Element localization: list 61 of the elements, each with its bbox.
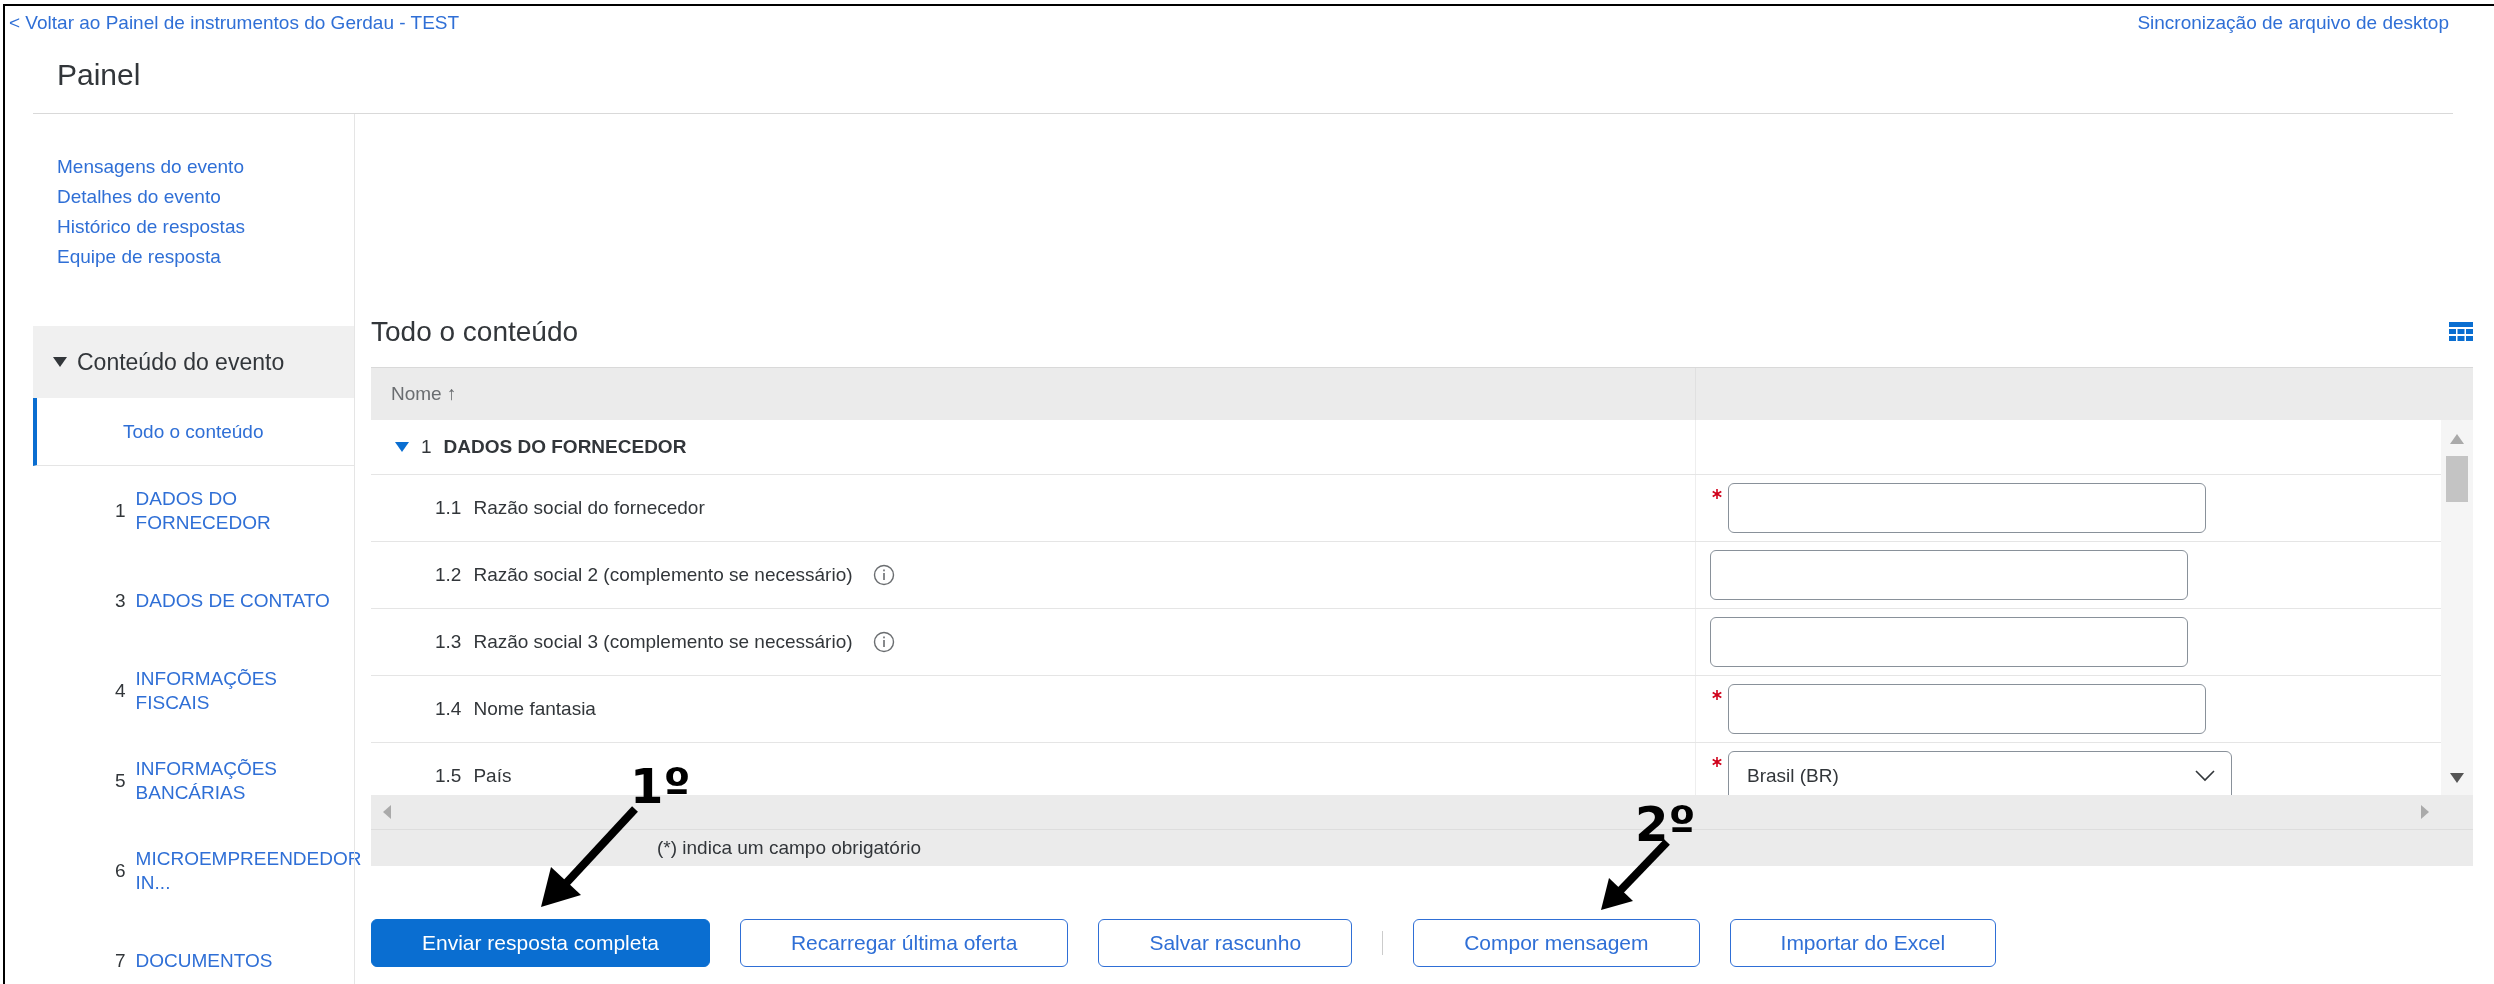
text-input[interactable] — [1710, 617, 2188, 667]
section-header[interactable]: Conteúdo do evento — [33, 326, 355, 398]
row-label: Nome fantasia — [473, 698, 596, 720]
item-label: DOCUMENTOS — [135, 949, 273, 973]
text-input[interactable] — [1728, 483, 2206, 533]
row-label: Razão social 2 (complemento se necessário) — [473, 564, 853, 586]
group-row[interactable]: 1 DADOS DO FORNECEDOR — [371, 420, 1696, 474]
sidebar-item[interactable]: Todo o conteúdo — [33, 398, 354, 466]
step-annotation: 1º — [630, 758, 691, 814]
row-label: Razão social do fornecedor — [473, 497, 705, 519]
chevron-down-icon — [2195, 770, 2215, 782]
text-input[interactable] — [1728, 684, 2206, 734]
row-label: País — [473, 765, 512, 787]
item-number: 5 — [115, 770, 126, 792]
sidebar-link[interactable]: Equipe de resposta — [57, 246, 221, 268]
table-icon[interactable] — [2449, 322, 2473, 342]
caret-icon — [395, 441, 409, 453]
action-button[interactable]: Importar do Excel — [1729, 919, 1997, 967]
row-label: Razão social 3 (complemento se necessário) — [473, 631, 853, 653]
sidebar-link[interactable]: Detalhes do evento — [57, 186, 221, 208]
item-number: 4 — [115, 680, 126, 702]
item-number: 6 — [115, 860, 126, 882]
text-input[interactable] — [1710, 550, 2188, 600]
group-number: 1 — [421, 436, 432, 458]
row-number: 1.4 — [435, 698, 462, 720]
section-label: Conteúdo do evento — [77, 348, 285, 376]
info-icon[interactable] — [872, 631, 895, 653]
back-link[interactable]: < Voltar ao Painel de instrumentos do Gerdau - TEST — [9, 12, 460, 34]
item-label: MICROEMPREENDEDOR IN... — [135, 847, 362, 895]
sidebar-item[interactable]: 7 DOCUMENTOS — [33, 916, 354, 984]
scroll-right-icon[interactable] — [2421, 805, 2429, 819]
vertical-scrollbar[interactable] — [2441, 420, 2473, 795]
scrollbar-thumb[interactable] — [2446, 456, 2468, 502]
row-number: 1.3 — [435, 631, 462, 653]
desktop-sync-link[interactable]: Sincronização de arquivo de desktop — [2137, 12, 2449, 34]
section-title: Todo o conteúdo — [371, 316, 579, 348]
sidebar-link[interactable]: Mensagens do evento — [57, 156, 244, 178]
scroll-left-icon[interactable] — [383, 805, 391, 819]
sidebar-link[interactable]: Histórico de respostas — [57, 216, 245, 238]
item-label: DADOS DO FORNECEDOR — [135, 487, 272, 535]
item-number: 3 — [115, 590, 126, 612]
group-label: DADOS DO FORNECEDOR — [443, 436, 687, 458]
scroll-up-icon[interactable] — [2450, 434, 2464, 444]
row-number: 1.5 — [435, 765, 462, 787]
scroll-down-icon[interactable] — [2450, 773, 2464, 783]
action-button[interactable]: Recarregar última oferta — [739, 919, 1069, 967]
row-number: 1.2 — [435, 564, 462, 586]
page-title: Painel — [57, 58, 142, 93]
item-number: 7 — [115, 950, 126, 972]
item-label: INFORMAÇÕES FISCAIS — [135, 667, 279, 715]
caret-icon — [53, 356, 67, 368]
action-button[interactable]: Compor mensagem — [1413, 919, 1700, 967]
action-button[interactable]: Enviar resposta completa — [371, 919, 710, 967]
action-button[interactable]: Salvar rascunho — [1098, 919, 1353, 967]
item-label: INFORMAÇÕES BANCÁRIAS — [135, 757, 279, 805]
item-label: DADOS DE CONTATO — [135, 589, 330, 613]
sidebar-item[interactable]: 3 DADOS DE CONTATO — [33, 556, 354, 646]
item-number: 1 — [115, 500, 126, 522]
row-number: 1.1 — [435, 497, 462, 519]
info-icon[interactable] — [872, 564, 895, 586]
item-label: Todo o conteúdo — [123, 419, 264, 444]
